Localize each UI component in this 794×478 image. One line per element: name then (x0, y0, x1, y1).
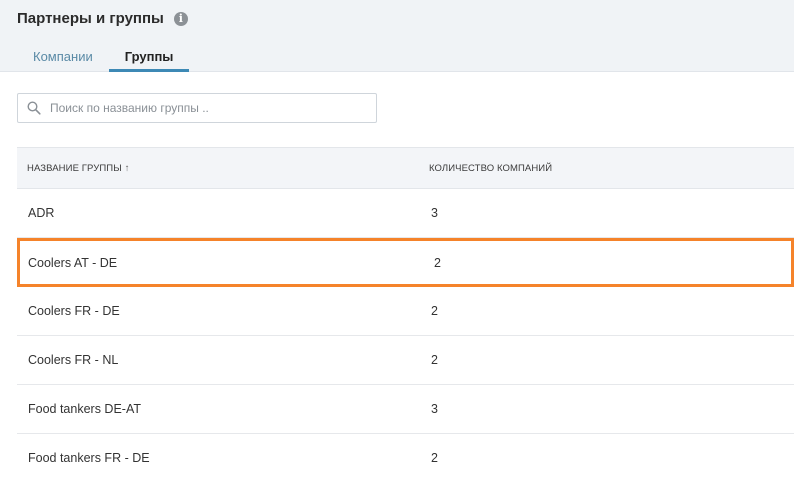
company-count-cell: 2 (431, 451, 438, 465)
table-row-highlighted[interactable]: Coolers AT - DE 2 (17, 238, 794, 287)
group-name-cell: Food tankers DE-AT (28, 402, 142, 416)
table-row[interactable]: Coolers FR - NL 2 (17, 336, 794, 385)
group-name-cell: ADR (28, 206, 55, 220)
page-header: Партнеры и группы i Компании Группы (0, 0, 794, 72)
sort-asc-icon: ↑ (124, 162, 130, 174)
company-count-cell: 3 (431, 402, 438, 416)
tab-groups[interactable]: Группы (108, 42, 190, 72)
group-name-cell: Food tankers FR - DE (28, 451, 150, 465)
group-name-cell: Coolers FR - DE (28, 304, 120, 318)
tab-companies[interactable]: Компании (17, 42, 109, 72)
group-name-cell: Coolers AT - DE (28, 255, 118, 270)
tab-bar: Компании Группы (17, 42, 190, 72)
search-input[interactable] (50, 101, 350, 115)
title-row: Партнеры и группы i (17, 10, 188, 27)
groups-table: НАЗВАНИЕ ГРУППЫ ↑ КОЛИЧЕСТВО КОМПАНИЙ ADR… (17, 147, 794, 478)
company-count-cell: 2 (434, 255, 441, 270)
table-row[interactable]: Food tankers FR - DE 2 (17, 434, 794, 478)
search-icon (27, 101, 41, 115)
search-box[interactable] (17, 93, 377, 123)
table-row[interactable]: ADR 3 (17, 189, 794, 238)
column-header-group-name-label: НАЗВАНИЕ ГРУППЫ (27, 162, 122, 174)
group-name-cell: Coolers FR - NL (28, 353, 119, 367)
table-header: НАЗВАНИЕ ГРУППЫ ↑ КОЛИЧЕСТВО КОМПАНИЙ (17, 147, 794, 189)
info-icon[interactable]: i (173, 11, 188, 26)
table-row[interactable]: Coolers FR - DE 2 (17, 287, 794, 336)
table-row[interactable]: Food tankers DE-AT 3 (17, 385, 794, 434)
page-title: Партнеры и группы (17, 10, 164, 27)
column-header-group-name[interactable]: НАЗВАНИЕ ГРУППЫ ↑ (17, 163, 420, 174)
column-header-company-count[interactable]: КОЛИЧЕСТВО КОМПАНИЙ (420, 163, 552, 174)
company-count-cell: 2 (431, 353, 438, 367)
company-count-cell: 2 (431, 304, 438, 318)
company-count-cell: 3 (431, 206, 438, 220)
